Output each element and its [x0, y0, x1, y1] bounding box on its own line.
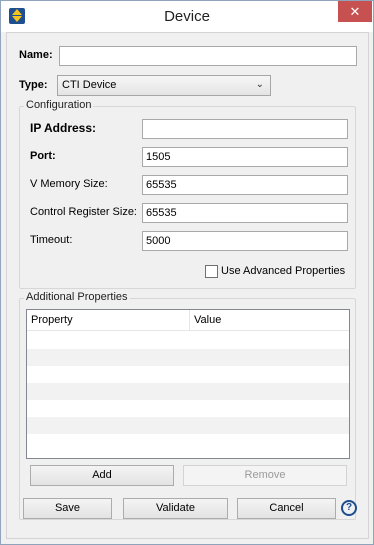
- add-button[interactable]: Add: [30, 465, 174, 486]
- table-row: [27, 383, 349, 400]
- timeout-label: Timeout:: [30, 234, 73, 246]
- configuration-title: Configuration: [24, 99, 94, 111]
- ip-address-field[interactable]: [142, 119, 348, 139]
- configuration-group: Configuration IP Address: Port: 1505 V M…: [19, 99, 356, 289]
- close-icon: ✕: [349, 4, 361, 19]
- timeout-field[interactable]: 5000: [142, 231, 348, 251]
- port-label: Port:: [30, 150, 56, 162]
- table-header: Property Value: [27, 310, 349, 331]
- title-bar: Device ✕: [1, 1, 373, 32]
- advanced-properties-label: Use Advanced Properties: [221, 265, 346, 277]
- close-button[interactable]: ✕: [338, 1, 372, 22]
- table-row: [27, 434, 349, 451]
- type-select[interactable]: CTI Device ⌄: [57, 75, 271, 96]
- v-memory-size-label: V Memory Size:: [30, 178, 108, 190]
- control-register-size-label: Control Register Size:: [30, 206, 137, 218]
- help-icon[interactable]: ?: [341, 500, 357, 516]
- type-label: Type:: [19, 79, 48, 91]
- v-memory-size-field[interactable]: 65535: [142, 175, 348, 195]
- table-row: [27, 400, 349, 417]
- properties-table[interactable]: Property Value: [26, 309, 350, 459]
- save-button[interactable]: Save: [23, 498, 112, 519]
- name-field[interactable]: [59, 46, 357, 66]
- table-row: [27, 349, 349, 366]
- table-row: [27, 332, 349, 349]
- control-register-size-field[interactable]: 65535: [142, 203, 348, 223]
- name-label: Name:: [19, 49, 53, 61]
- help-label: ?: [345, 502, 353, 513]
- additional-properties-title: Additional Properties: [24, 291, 130, 303]
- additional-properties-group: Additional Properties Property Value Add…: [19, 291, 356, 520]
- dialog-body: Name: Type: CTI Device ⌄ Configuration I…: [6, 32, 369, 539]
- window-title: Device: [164, 8, 210, 25]
- advanced-properties-checkbox[interactable]: [205, 265, 218, 278]
- chevron-down-icon: ⌄: [255, 79, 264, 90]
- remove-button[interactable]: Remove: [183, 465, 347, 486]
- port-field[interactable]: 1505: [142, 147, 348, 167]
- cancel-button[interactable]: Cancel: [237, 498, 336, 519]
- device-dialog: Device ✕ Name: Type: CTI Device ⌄ Config…: [0, 0, 374, 545]
- validate-button[interactable]: Validate: [123, 498, 228, 519]
- column-header-value[interactable]: Value: [189, 310, 349, 331]
- ip-address-label: IP Address:: [30, 121, 97, 135]
- type-select-value: CTI Device: [62, 79, 117, 91]
- column-header-property[interactable]: Property: [27, 310, 189, 331]
- table-row: [27, 366, 349, 383]
- table-row: [27, 417, 349, 434]
